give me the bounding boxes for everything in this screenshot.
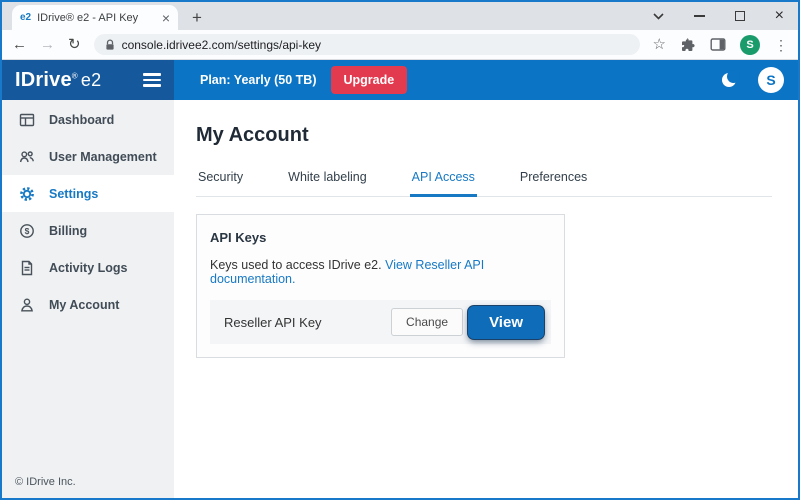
- toolbar-actions: ☆ S ⋮: [653, 35, 788, 55]
- app-header: IDrive®e2 Plan: Yearly (50 TB) Upgrade S: [2, 60, 798, 100]
- reload-icon[interactable]: ↻: [68, 37, 81, 52]
- sidebar-item-billing[interactable]: $ Billing: [2, 212, 174, 249]
- sidebar-item-settings[interactable]: Settings: [2, 175, 174, 212]
- plan-label: Plan: Yearly (50 TB): [200, 73, 317, 87]
- sidebar-item-dashboard[interactable]: Dashboard: [2, 101, 174, 138]
- sidebar-item-label: Billing: [49, 224, 87, 238]
- svg-text:$: $: [25, 226, 30, 236]
- lock-icon[interactable]: [105, 39, 115, 51]
- url-text: console.idrivee2.com/settings/api-key: [122, 38, 321, 52]
- logo-zone: IDrive®e2: [2, 60, 174, 100]
- users-icon: [18, 148, 36, 166]
- sidebar-item-label: Settings: [49, 187, 98, 201]
- browser-menu-icon[interactable]: ⋮: [774, 38, 788, 52]
- account-avatar[interactable]: S: [758, 67, 784, 93]
- browser-toolbar: ← → ↻ console.idrivee2.com/settings/api-…: [2, 30, 798, 60]
- dashboard-icon: [18, 111, 36, 129]
- account-tabs: Security White labeling API Access Prefe…: [196, 162, 772, 197]
- page-body: Dashboard User Management Settings $ Bil…: [2, 100, 798, 498]
- back-icon[interactable]: ←: [12, 37, 27, 52]
- logo-text: IDrive: [15, 69, 72, 91]
- sidebar-item-label: Activity Logs: [49, 261, 128, 275]
- billing-dollar-icon: $: [18, 222, 36, 240]
- tab-api-access[interactable]: API Access: [410, 162, 477, 197]
- forward-icon[interactable]: →: [40, 37, 55, 52]
- reseller-api-key-label: Reseller API Key: [224, 315, 391, 330]
- hamburger-menu-icon[interactable]: [143, 73, 161, 87]
- tab-white-labeling[interactable]: White labeling: [286, 162, 369, 197]
- reseller-api-key-row: Reseller API Key Change View: [210, 300, 551, 344]
- upgrade-button[interactable]: Upgrade: [331, 66, 408, 94]
- sidebar-item-my-account[interactable]: My Account: [2, 286, 174, 323]
- change-button[interactable]: Change: [391, 308, 463, 336]
- tab-close-icon[interactable]: ×: [162, 11, 170, 25]
- sidebar-item-label: Dashboard: [49, 113, 114, 127]
- description-text: Keys used to access IDrive e2.: [210, 258, 385, 272]
- document-icon: [18, 259, 36, 277]
- tab-search-chevron-icon[interactable]: [653, 13, 664, 20]
- card-title: API Keys: [210, 230, 551, 245]
- browser-window: e2 IDrive® e2 - API Key × + × ← → ↻ cons…: [0, 0, 800, 500]
- browser-tab[interactable]: e2 IDrive® e2 - API Key ×: [12, 5, 178, 30]
- dark-mode-moon-icon[interactable]: [722, 73, 736, 87]
- sidebar-item-label: User Management: [49, 150, 157, 164]
- side-panel-icon[interactable]: [710, 37, 726, 52]
- gear-icon: [18, 185, 36, 203]
- address-bar[interactable]: console.idrivee2.com/settings/api-key: [94, 34, 640, 55]
- browser-tab-strip: e2 IDrive® e2 - API Key × + ×: [2, 2, 798, 30]
- sidebar-item-activity-logs[interactable]: Activity Logs: [2, 249, 174, 286]
- page-title: My Account: [196, 124, 798, 147]
- maximize-button[interactable]: [735, 11, 745, 21]
- sidebar-item-label: My Account: [49, 298, 119, 312]
- extensions-puzzle-icon[interactable]: [680, 37, 696, 53]
- logo-registered-mark: ®: [72, 71, 78, 80]
- sidebar: Dashboard User Management Settings $ Bil…: [2, 100, 174, 498]
- new-tab-button[interactable]: +: [192, 9, 202, 26]
- card-description: Keys used to access IDrive e2. View Rese…: [210, 258, 551, 286]
- view-button[interactable]: View: [468, 306, 544, 339]
- tab-security[interactable]: Security: [196, 162, 245, 197]
- app-header-bar: Plan: Yearly (50 TB) Upgrade S: [174, 60, 798, 100]
- sidebar-item-user-management[interactable]: User Management: [2, 138, 174, 175]
- site-favicon: e2: [20, 12, 31, 23]
- browser-profile-avatar[interactable]: S: [740, 35, 760, 55]
- main-content: My Account Security White labeling API A…: [174, 100, 798, 498]
- tab-preferences[interactable]: Preferences: [518, 162, 589, 197]
- window-close-button[interactable]: ×: [775, 8, 784, 24]
- window-controls: ×: [653, 2, 784, 30]
- api-keys-card: API Keys Keys used to access IDrive e2. …: [196, 214, 565, 358]
- tab-title: IDrive® e2 - API Key: [37, 12, 156, 24]
- logo-suffix: e2: [81, 70, 101, 90]
- bookmark-star-icon[interactable]: ☆: [653, 37, 666, 52]
- copyright-footer: © IDrive Inc.: [15, 476, 76, 488]
- person-icon: [18, 296, 36, 314]
- minimize-button[interactable]: [694, 15, 705, 17]
- idrive-e2-logo: IDrive®e2: [15, 69, 101, 92]
